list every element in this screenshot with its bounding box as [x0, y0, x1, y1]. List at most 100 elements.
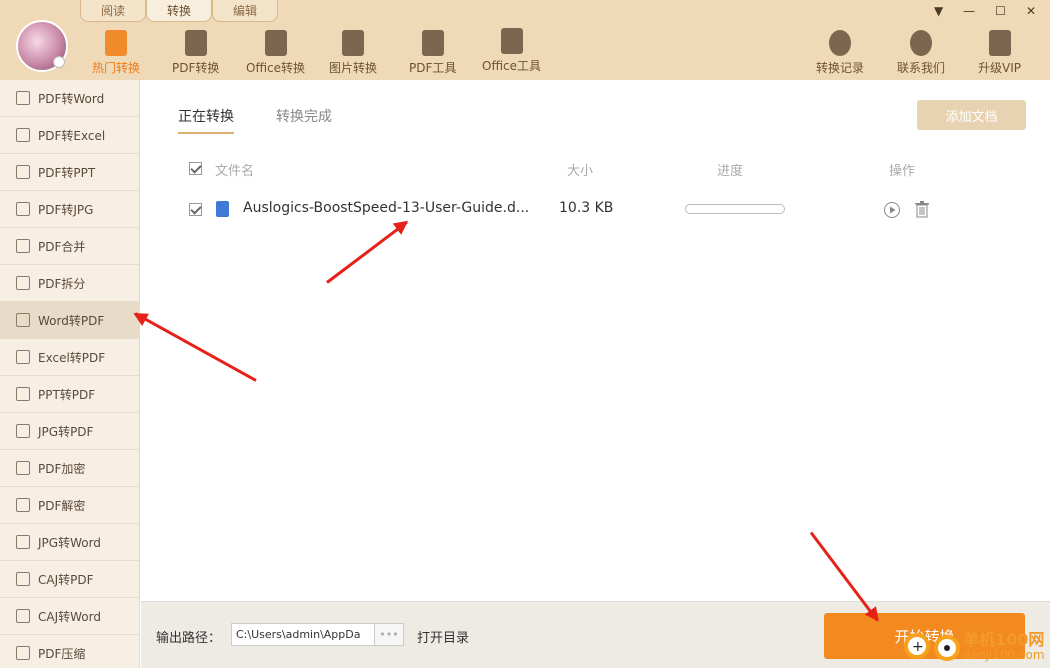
sidebar-item-ppt-to-pdf[interactable]: PPT转PDF: [0, 376, 139, 413]
trash-icon[interactable]: [914, 201, 930, 218]
sidebar: PDF转Word PDF转Excel PDF转PPT PDF转JPG PDF合并…: [0, 80, 140, 668]
sidebar-item-label: Excel转PDF: [38, 350, 106, 365]
toolbar-label: Office转换: [246, 61, 306, 75]
compress-icon: [16, 646, 30, 660]
progress-bar: [685, 204, 785, 214]
maximize-icon[interactable]: ☐: [995, 4, 1006, 18]
pdf-convert-icon: [184, 30, 207, 56]
file-name: Auslogics-BoostSpeed-13-User-Guide.d...: [243, 200, 530, 216]
pdf-to-ppt-icon: [16, 165, 30, 179]
sidebar-item-label: CAJ转PDF: [38, 572, 94, 587]
sidebar-item-caj-to-word[interactable]: CAJ转Word: [0, 598, 139, 635]
toolbar-pdf-convert[interactable]: PDF转换: [172, 30, 219, 76]
watermark: + 单机100网 danji100.com: [900, 624, 1050, 668]
lock-icon: [16, 461, 30, 475]
toolbar-history[interactable]: 转换记录: [816, 30, 864, 76]
select-all-checkbox[interactable]: [189, 162, 202, 175]
browse-button[interactable]: •••: [374, 623, 404, 646]
caj-to-word-icon: [16, 609, 30, 623]
column-header-name: 文件名: [215, 164, 255, 179]
sidebar-item-pdf-to-jpg[interactable]: PDF转JPG: [0, 191, 139, 228]
avatar-status-icon: [53, 56, 65, 68]
sidebar-item-label: PDF压缩: [38, 646, 86, 661]
pdf-to-word-icon: [16, 91, 30, 105]
sidebar-item-label: JPG转PDF: [38, 424, 94, 439]
play-icon[interactable]: [883, 201, 901, 219]
sidebar-item-pdf-to-ppt[interactable]: PDF转PPT: [0, 154, 139, 191]
sidebar-item-label: PDF拆分: [38, 276, 86, 291]
sidebar-item-pdf-to-word[interactable]: PDF转Word: [0, 80, 139, 117]
sidebar-item-label: PDF转Excel: [38, 128, 106, 143]
pdf-merge-icon: [16, 239, 30, 253]
toolbar-label: PDF工具: [409, 61, 457, 75]
word-document-icon: [216, 201, 229, 217]
excel-to-pdf-icon: [16, 350, 30, 364]
toolbar-label: 升级VIP: [978, 61, 1021, 75]
image-convert-icon: [342, 30, 364, 56]
toolbar-label: 热门转换: [92, 61, 141, 75]
table-row: Auslogics-BoostSpeed-13-User-Guide.d... …: [189, 200, 1050, 222]
sidebar-item-label: Word转PDF: [38, 313, 105, 328]
sidebar-item-pdf-compress[interactable]: PDF压缩: [0, 635, 139, 668]
support-icon: [910, 30, 932, 56]
sidebar-item-pdf-encrypt[interactable]: PDF加密: [0, 450, 139, 487]
output-path-label: 输出路径：: [156, 631, 222, 646]
toolbar-label: Office工具: [482, 59, 542, 73]
toolbar-pdf-tools[interactable]: PDF工具: [409, 30, 456, 76]
toolbar-label: PDF转换: [172, 61, 220, 75]
jpg-to-word-icon: [16, 535, 30, 549]
main-panel: 正在转换 转换完成 添加文档 文件名 大小 进度 操作 Auslogics-Bo…: [141, 80, 1050, 601]
column-header-progress: 进度: [717, 164, 744, 179]
sidebar-item-label: JPG转Word: [38, 535, 101, 550]
caj-to-pdf-icon: [16, 572, 30, 586]
window-controls: ▼ — ☐ ✕: [934, 4, 1036, 18]
svg-text:+: +: [912, 639, 924, 655]
add-document-button[interactable]: 添加文档: [917, 100, 1026, 130]
minimize-icon[interactable]: —: [963, 4, 975, 18]
sidebar-item-label: PDF转PPT: [38, 165, 96, 180]
sidebar-item-label: CAJ转Word: [38, 609, 101, 624]
sidebar-item-pdf-decrypt[interactable]: PDF解密: [0, 487, 139, 524]
top-toolbar: 阅读 转换 编辑 ▼ — ☐ ✕ 热门转换 PDF转换 Office转换 图片转…: [0, 0, 1050, 80]
tab-read[interactable]: 阅读: [80, 0, 146, 22]
jpg-to-pdf-icon: [16, 424, 30, 438]
toolbar-image-convert[interactable]: 图片转换: [329, 30, 377, 76]
sidebar-item-jpg-to-pdf[interactable]: JPG转PDF: [0, 413, 139, 450]
sidebar-item-jpg-to-word[interactable]: JPG转Word: [0, 524, 139, 561]
toolbar-hot-convert[interactable]: 热门转换: [92, 30, 140, 76]
pdf-to-jpg-icon: [16, 202, 30, 216]
close-icon[interactable]: ✕: [1026, 4, 1036, 18]
file-size: 10.3 KB: [559, 200, 614, 216]
history-icon: [829, 30, 851, 56]
column-header-action: 操作: [889, 164, 916, 179]
row-checkbox[interactable]: [189, 203, 202, 216]
tab-convert[interactable]: 转换: [146, 0, 212, 22]
tab-completed[interactable]: 转换完成: [276, 106, 332, 126]
sidebar-item-label: PDF加密: [38, 461, 86, 476]
sidebar-item-label: PDF合并: [38, 239, 86, 254]
tab-edit[interactable]: 编辑: [212, 0, 278, 22]
sidebar-item-label: PDF转Word: [38, 91, 105, 106]
sidebar-item-pdf-split[interactable]: PDF拆分: [0, 265, 139, 302]
toolbar-contact[interactable]: 联系我们: [897, 30, 945, 76]
toolbar-office-tools[interactable]: Office工具: [482, 28, 541, 74]
toolbar-label: 图片转换: [329, 61, 378, 75]
crown-icon: [988, 30, 1011, 56]
sidebar-item-word-to-pdf[interactable]: Word转PDF: [0, 302, 139, 339]
pdf-tools-icon: [421, 30, 444, 56]
hot-convert-icon: [105, 30, 127, 56]
toolbar-office-convert[interactable]: Office转换: [246, 30, 305, 76]
menu-dropdown-icon[interactable]: ▼: [934, 4, 943, 18]
open-directory-link[interactable]: 打开目录: [417, 627, 469, 646]
sidebar-item-pdf-merge[interactable]: PDF合并: [0, 228, 139, 265]
mode-tabs: 阅读 转换 编辑: [80, 0, 278, 22]
sidebar-item-excel-to-pdf[interactable]: Excel转PDF: [0, 339, 139, 376]
sidebar-item-caj-to-pdf[interactable]: CAJ转PDF: [0, 561, 139, 598]
sidebar-item-label: PDF解密: [38, 498, 86, 513]
word-to-pdf-icon: [16, 313, 30, 327]
unlock-icon: [16, 498, 30, 512]
toolbar-upgrade-vip[interactable]: 升级VIP: [978, 30, 1021, 76]
office-convert-icon: [264, 30, 287, 56]
sidebar-item-pdf-to-excel[interactable]: PDF转Excel: [0, 117, 139, 154]
tab-converting[interactable]: 正在转换: [178, 106, 234, 134]
